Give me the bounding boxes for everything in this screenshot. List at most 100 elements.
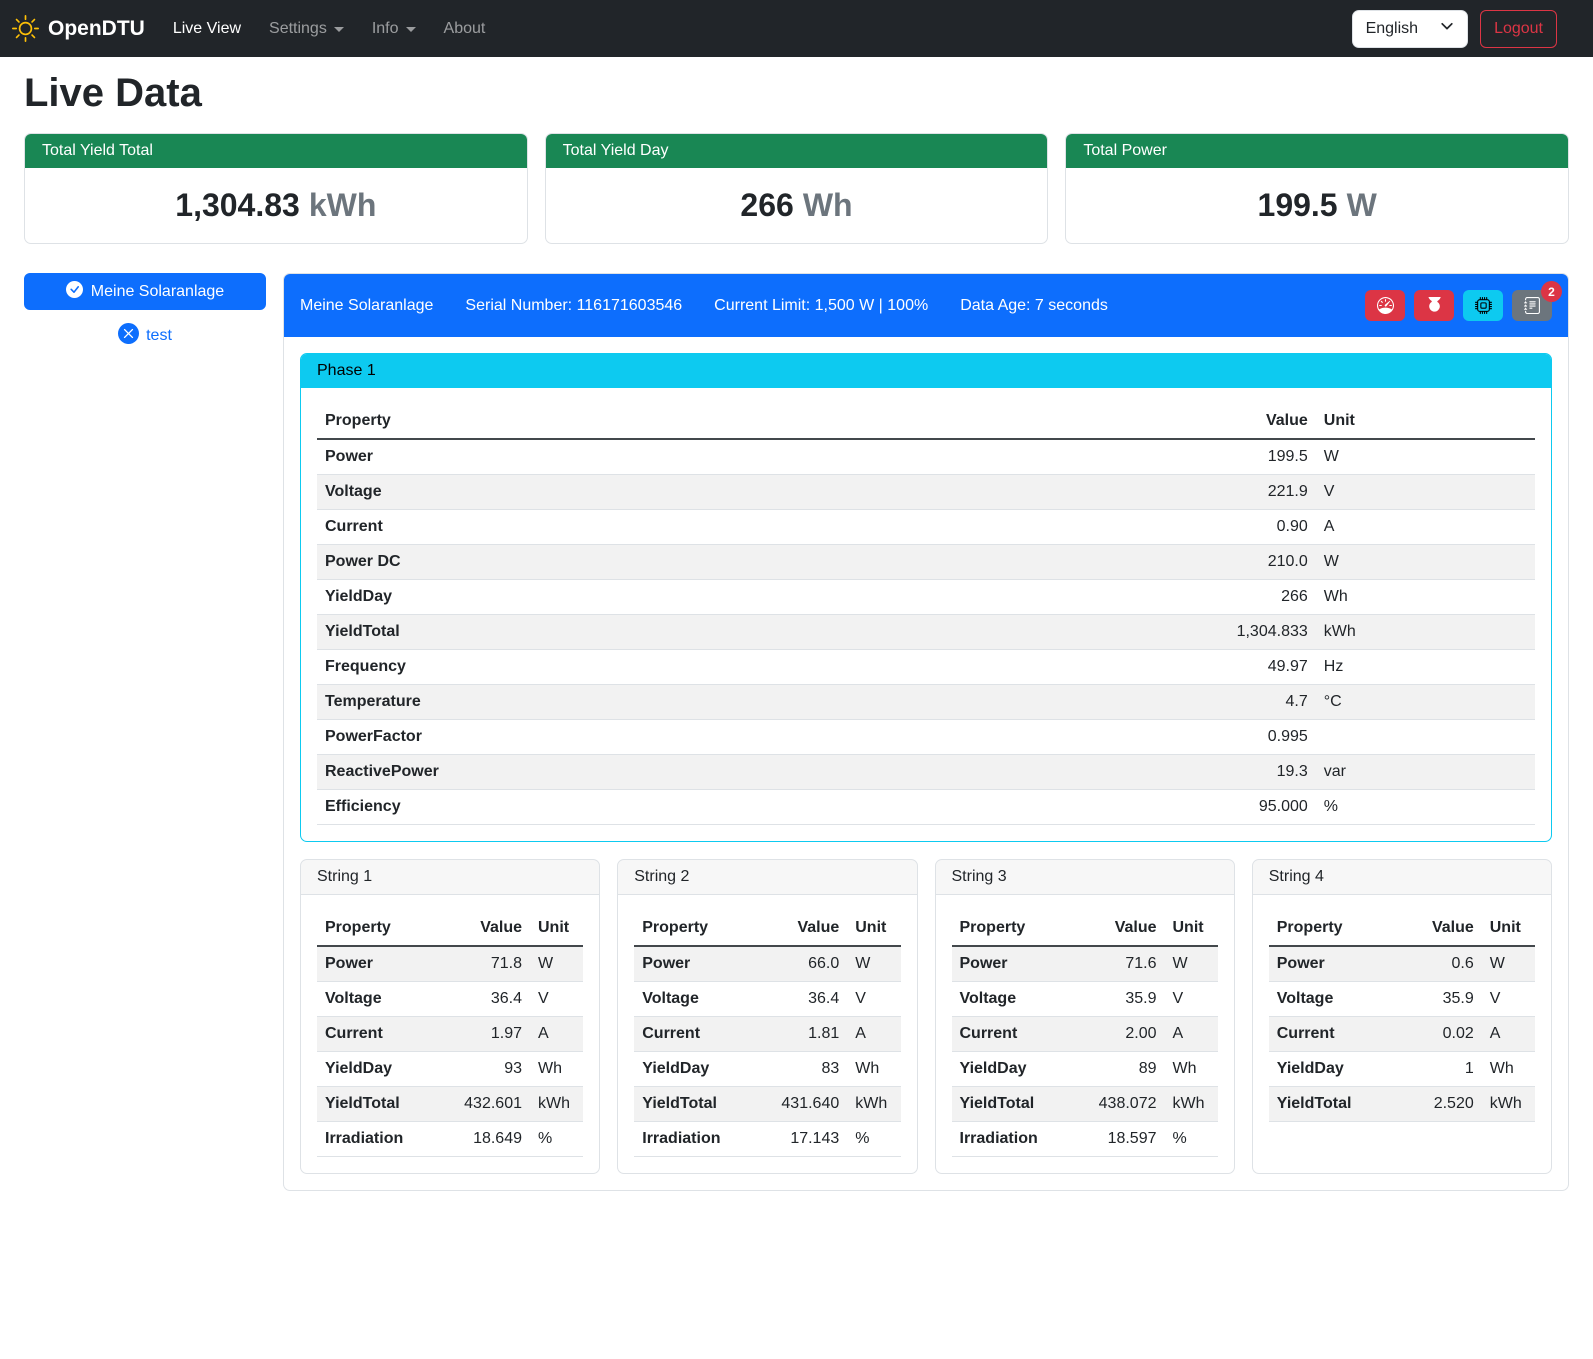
navbar: OpenDTU Live View Settings Info About En… [0,0,1593,57]
unit-cell: W [1316,545,1535,580]
unit-cell: W [1316,439,1535,475]
nav-label: Settings [269,20,327,38]
nav-item-about[interactable]: About [430,12,500,46]
property-cell: Voltage [634,982,753,1017]
unit-cell: A [530,1017,583,1052]
page-title: Live Data [24,71,1569,116]
device-info-button[interactable] [1463,290,1503,321]
column-header-value: Value [1071,911,1165,946]
table-row: Current 0.90 A [317,510,1535,545]
table-row: Power 71.8 W [317,946,583,982]
table-row: YieldTotal 1,304.833 kWh [317,615,1535,650]
value-cell: 93 [436,1052,530,1087]
card-value: 199.5 [1258,187,1338,223]
property-cell: PowerFactor [317,720,915,755]
language-select[interactable]: English [1352,10,1468,48]
table-row: Power 66.0 W [634,946,900,982]
value-cell: 2.00 [1071,1017,1165,1052]
card-title: Total Power [1066,134,1568,168]
unit-cell [1316,720,1535,755]
total-yield-total-card: Total Yield Total 1,304.83kWh [24,133,528,244]
unit-cell: Wh [847,1052,900,1087]
value-cell: 17.143 [754,1122,848,1157]
sun-icon [12,15,39,42]
card-value: 1,304.83 [175,187,300,223]
property-cell: YieldTotal [952,1087,1071,1122]
column-header-property: Property [952,911,1071,946]
property-cell: YieldDay [317,1052,436,1087]
inverter-sidebar: Meine Solaranlage test [24,273,266,349]
table-row: Irradiation 17.143 % [634,1122,900,1157]
logout-button[interactable]: Logout [1480,10,1557,48]
value-cell: 95.000 [915,790,1316,825]
strings-row: String 1 Property Value Unit [300,859,1552,1174]
limit-settings-button[interactable] [1365,290,1405,321]
unit-cell: kWh [1165,1087,1218,1122]
unit-cell: V [847,982,900,1017]
nav-item-info[interactable]: Info [358,12,430,46]
property-cell: Voltage [1269,982,1399,1017]
unit-cell: A [1482,1017,1535,1052]
value-cell: 221.9 [915,475,1316,510]
nav-item-live-view[interactable]: Live View [159,12,255,46]
column-header-property: Property [317,404,915,439]
value-cell: 71.6 [1071,946,1165,982]
inverter-data-age: Data Age: 7 seconds [960,297,1108,315]
table-row: YieldTotal 438.072 kWh [952,1087,1218,1122]
inverter-select-button-test[interactable]: test [24,323,266,349]
card-value: 266 [740,187,793,223]
property-cell: Current [1269,1017,1399,1052]
property-cell: YieldDay [1269,1052,1399,1087]
table-row: Power 199.5 W [317,439,1535,475]
power-icon [1426,297,1443,314]
unit-cell: V [1316,475,1535,510]
property-cell: Power [317,439,915,475]
table-row: YieldDay 1 Wh [1269,1052,1535,1087]
power-button[interactable] [1414,290,1454,321]
summary-cards: Total Yield Total 1,304.83kWh Total Yiel… [24,133,1569,244]
value-cell: 0.90 [915,510,1316,545]
property-cell: YieldTotal [1269,1087,1399,1122]
value-cell: 83 [754,1052,848,1087]
brand-logo[interactable]: OpenDTU [12,15,145,42]
unit-cell: W [530,946,583,982]
value-cell: 266 [915,580,1316,615]
value-cell: 36.4 [754,982,848,1017]
nav-item-settings[interactable]: Settings [255,12,358,46]
property-cell: Temperature [317,685,915,720]
value-cell: 4.7 [915,685,1316,720]
value-cell: 0.6 [1399,946,1482,982]
unit-cell: var [1316,755,1535,790]
table-row: Voltage 35.9 V [952,982,1218,1017]
string-card-title: String 4 [1253,860,1551,895]
property-cell: Power [1269,946,1399,982]
inverter-current-limit: Current Limit: 1,500 W | 100% [714,297,928,315]
table-row: Irradiation 18.597 % [952,1122,1218,1157]
value-cell: 66.0 [754,946,848,982]
inverter-select-button-meine-solaranlage[interactable]: Meine Solaranlage [24,273,266,310]
unit-cell: V [1482,982,1535,1017]
property-cell: ReactivePower [317,755,915,790]
value-cell: 89 [1071,1052,1165,1087]
unit-cell: kWh [1316,615,1535,650]
chevron-down-icon [406,27,416,32]
phase-table: Property Value Unit Power [317,404,1535,825]
cpu-icon [1475,297,1492,314]
nav-label: About [444,20,486,38]
column-header-property: Property [634,911,753,946]
nav-label: Info [372,20,399,38]
inverter-name: Meine Solaranlage [91,283,224,301]
column-header-property: Property [317,911,436,946]
table-row: Voltage 221.9 V [317,475,1535,510]
value-cell: 1.97 [436,1017,530,1052]
phase-panel-title: Phase 1 [301,354,1551,388]
unit-cell: °C [1316,685,1535,720]
table-row: YieldDay 83 Wh [634,1052,900,1087]
table-row: Efficiency 95.000 % [317,790,1535,825]
value-cell: 18.597 [1071,1122,1165,1157]
table-row: YieldDay 266 Wh [317,580,1535,615]
unit-cell: A [1316,510,1535,545]
property-cell: Current [952,1017,1071,1052]
property-cell: Power [317,946,436,982]
unit-cell: % [1316,790,1535,825]
